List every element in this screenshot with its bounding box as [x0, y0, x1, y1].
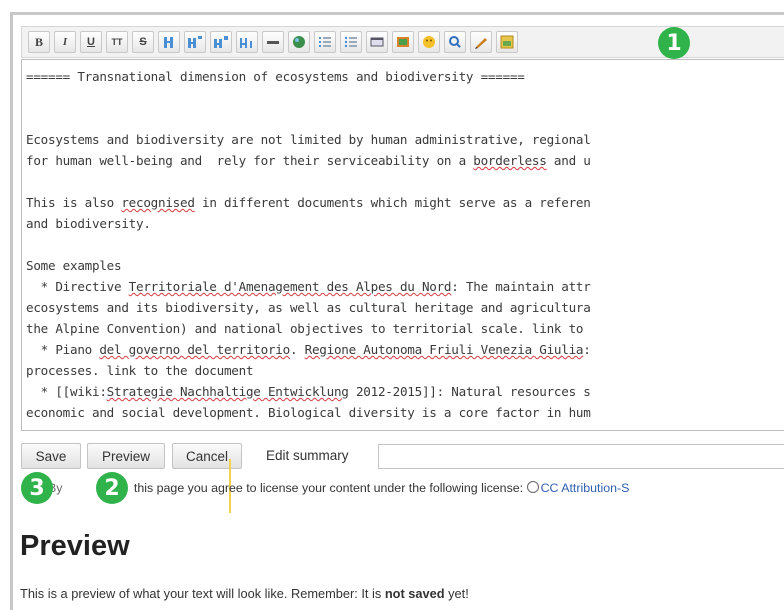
step-badge-2: 2	[96, 472, 128, 504]
numbered-list-icon[interactable]	[314, 31, 336, 53]
smiley-icon[interactable]	[418, 31, 440, 53]
strikethrough-button[interactable]: S	[132, 31, 154, 53]
heading-2-icon[interactable]	[184, 31, 206, 53]
heading-4-icon[interactable]	[236, 31, 258, 53]
monospace-button[interactable]: TT	[106, 31, 128, 53]
window-frame-top	[10, 12, 784, 15]
heading-3-icon[interactable]	[210, 31, 232, 53]
table-icon[interactable]	[366, 31, 388, 53]
step-badge-1: 1	[658, 27, 690, 59]
media-icon[interactable]	[496, 31, 518, 53]
cancel-button[interactable]: Cancel	[172, 443, 242, 469]
link-icon[interactable]	[288, 31, 310, 53]
preview-notice: This is a preview of what your text will…	[20, 586, 469, 601]
save-button[interactable]: Save	[21, 443, 81, 469]
preview-heading: Preview	[20, 530, 130, 562]
editor-heading-line: ====== Transnational dimension of ecosys…	[26, 69, 525, 84]
window-frame-left	[10, 12, 13, 610]
license-link[interactable]: CC Attribution-S	[541, 481, 630, 495]
edit-summary-input[interactable]	[378, 444, 784, 469]
heading-1-icon[interactable]	[158, 31, 180, 53]
edit-summary-label: Edit summary	[266, 448, 349, 463]
horizontal-rule-icon[interactable]	[262, 31, 284, 53]
wiki-text-editor[interactable]: ====== Transnational dimension of ecosys…	[21, 59, 784, 431]
bold-button[interactable]: B	[28, 31, 50, 53]
search-icon[interactable]	[444, 31, 466, 53]
cc-icon	[526, 481, 539, 493]
preview-button[interactable]: Preview	[87, 443, 165, 469]
step-badge-3: 3	[21, 472, 53, 504]
underline-button[interactable]: U	[80, 31, 102, 53]
image-icon[interactable]	[392, 31, 414, 53]
italic-button[interactable]: I	[54, 31, 76, 53]
bulleted-list-icon[interactable]	[340, 31, 362, 53]
signature-icon[interactable]	[470, 31, 492, 53]
